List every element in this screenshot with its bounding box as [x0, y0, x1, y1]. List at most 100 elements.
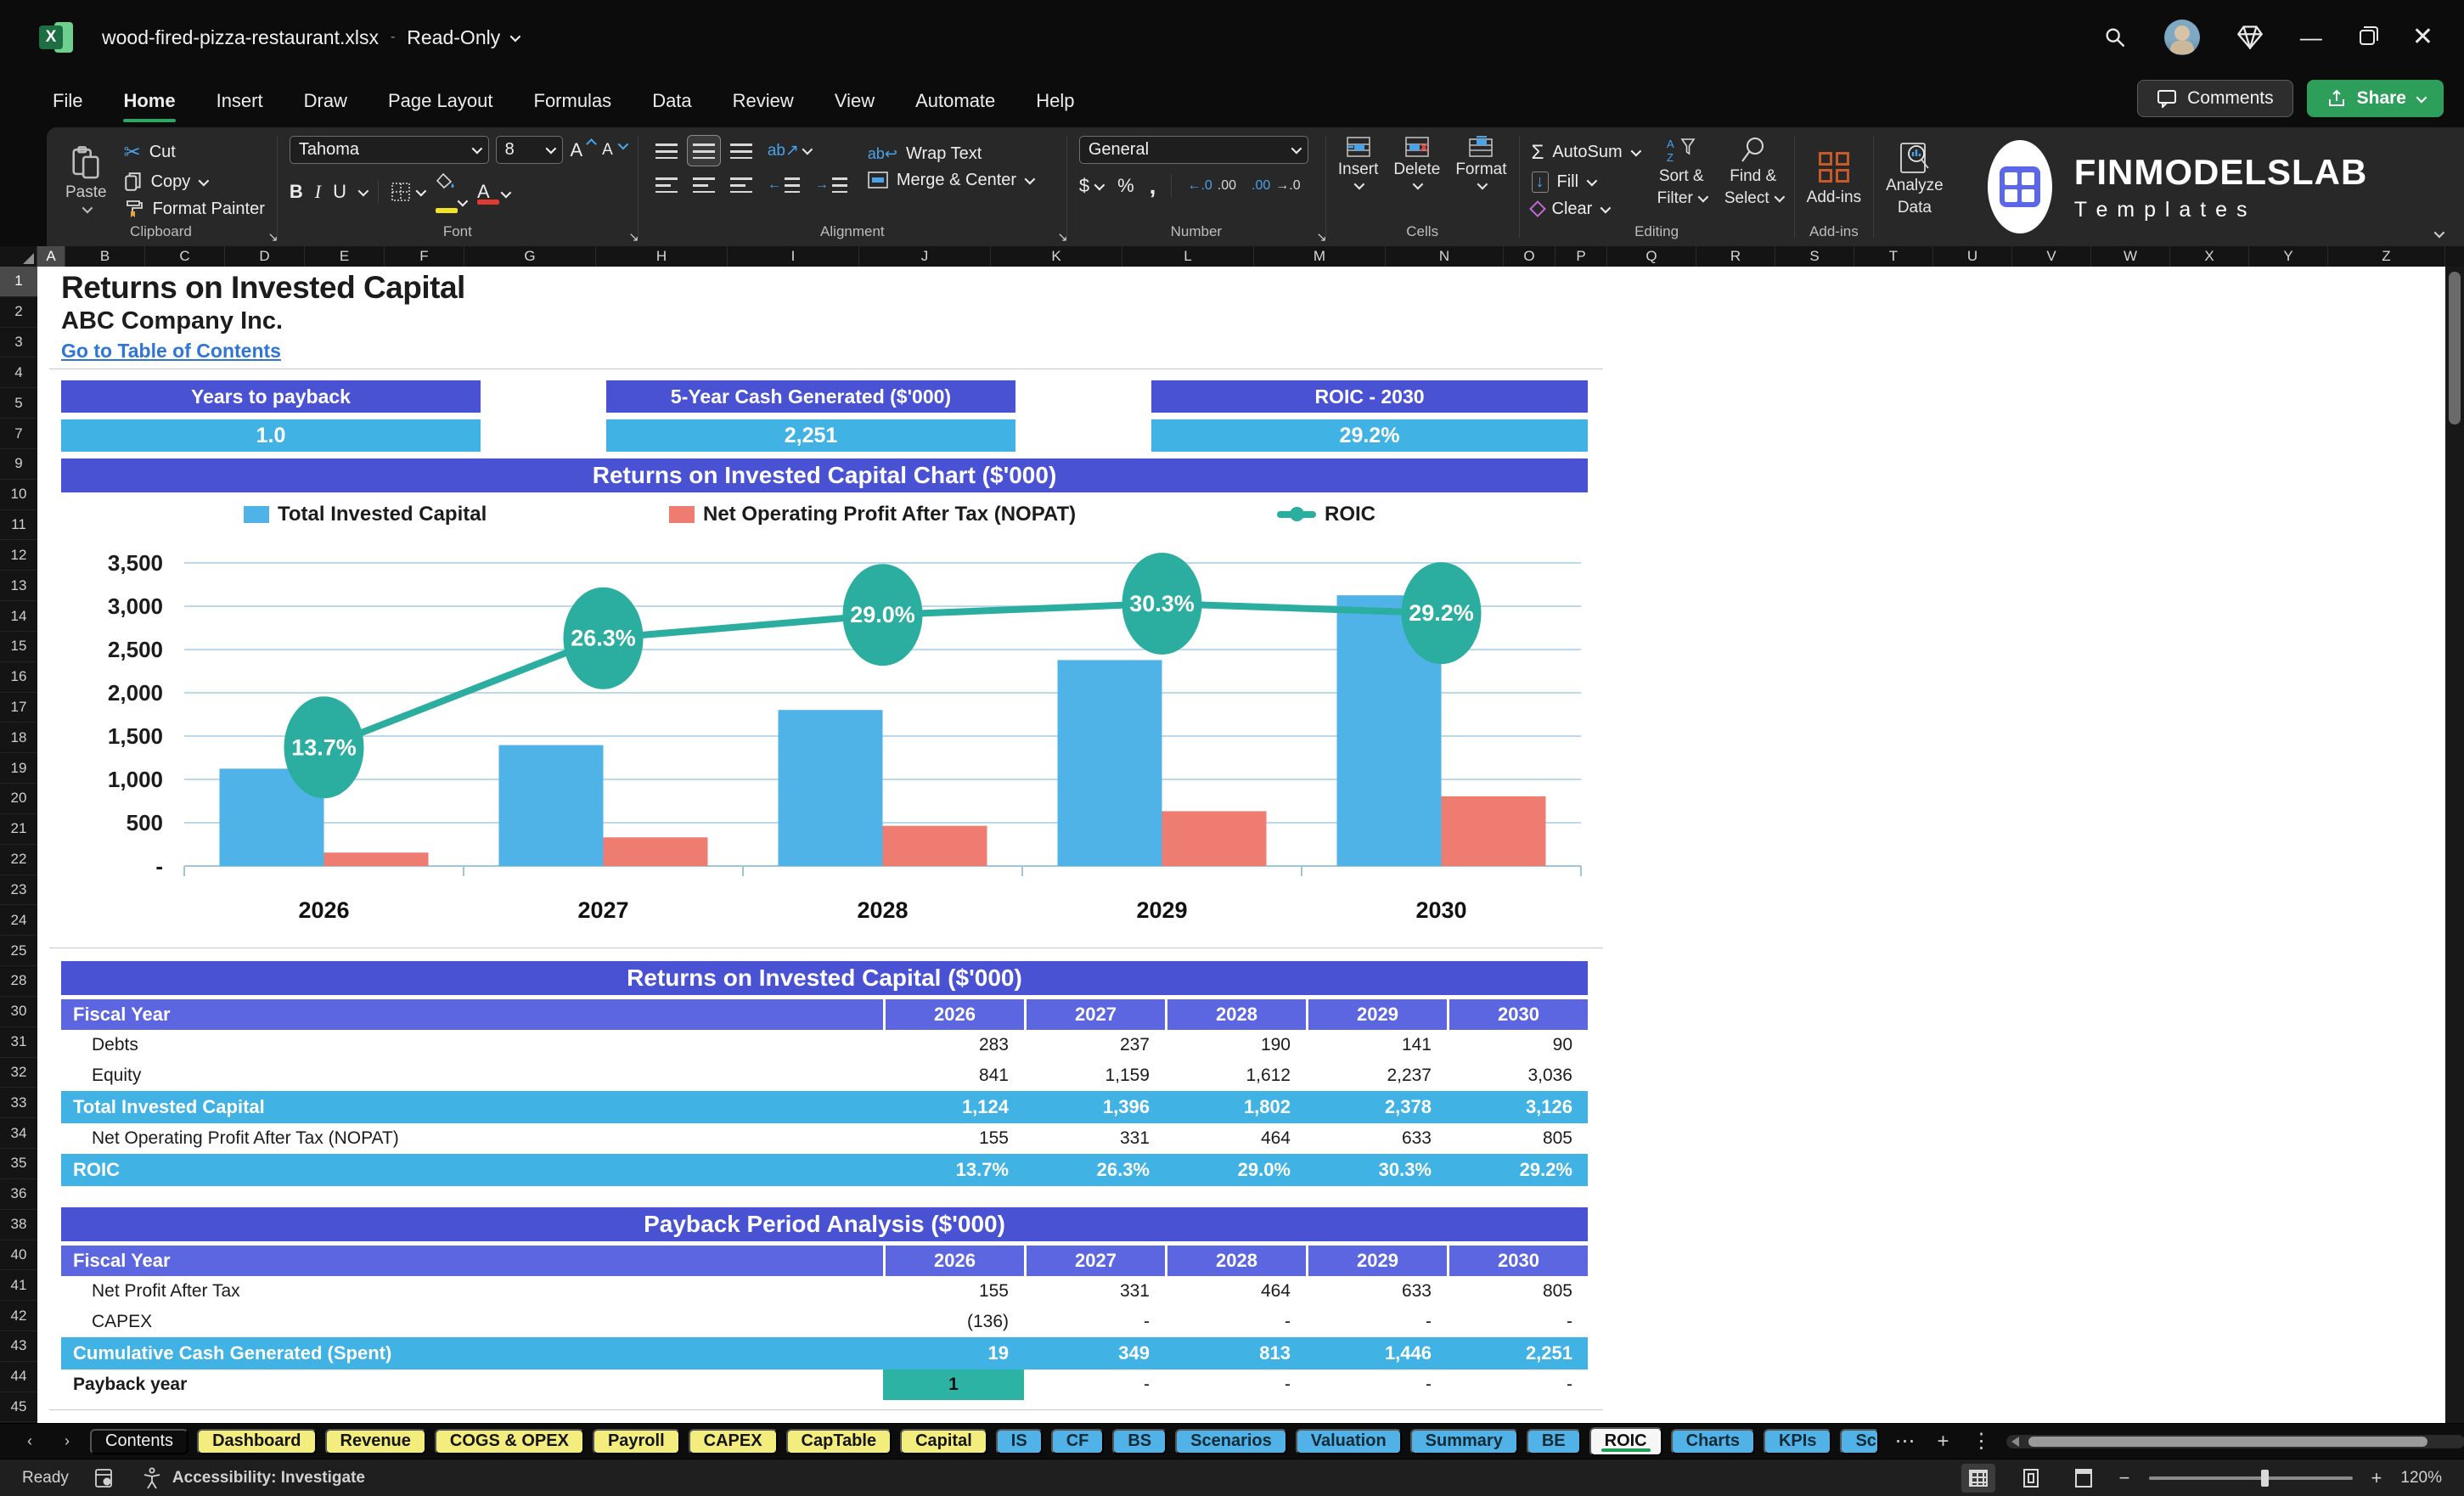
cell[interactable]: 331	[1024, 1276, 1165, 1307]
column-header-B[interactable]: B	[65, 246, 145, 267]
decrease-decimal-button[interactable]: .00 →.0	[1252, 178, 1301, 194]
sort-filter-button[interactable]: AZ Sort & Filter	[1657, 136, 1709, 223]
column-header-Y[interactable]: Y	[2249, 246, 2328, 267]
alignment-dialog-launcher[interactable]: ↘	[1057, 229, 1068, 245]
accounting-format-button[interactable]: $	[1079, 175, 1105, 197]
cell[interactable]: 1,446	[1306, 1337, 1447, 1369]
column-header-D[interactable]: D	[225, 246, 305, 267]
ribbon-tab-view[interactable]: View	[816, 82, 893, 121]
zoom-slider-thumb[interactable]	[2260, 1469, 2269, 1487]
year-header-cell[interactable]: 2027	[1024, 1246, 1165, 1276]
ribbon-tab-page-layout[interactable]: Page Layout	[369, 82, 512, 121]
zoom-out-button[interactable]: −	[2119, 1467, 2130, 1489]
page-break-view-button[interactable]	[2067, 1464, 2101, 1493]
sheet-nav-left-arrow[interactable]: ‹	[15, 1432, 44, 1450]
cell[interactable]: 141	[1306, 1030, 1447, 1060]
merge-center-button[interactable]: Merge & Center	[868, 171, 1036, 190]
row-header-43[interactable]: 43	[0, 1331, 37, 1362]
cell[interactable]: 464	[1165, 1123, 1306, 1154]
new-sheet-button[interactable]: +	[1930, 1430, 1955, 1454]
user-avatar[interactable]	[2163, 20, 2200, 55]
cell[interactable]: -	[1306, 1307, 1447, 1337]
row-header-45[interactable]: 45	[0, 1392, 37, 1423]
ribbon-tab-file[interactable]: File	[34, 82, 101, 121]
orientation-button[interactable]: ab↗	[762, 136, 815, 166]
year-header-cell[interactable]: 2029	[1306, 1246, 1447, 1276]
row-header-32[interactable]: 32	[0, 1058, 37, 1088]
cell[interactable]: 29.0%	[1165, 1154, 1306, 1186]
year-header-cell[interactable]: 2027	[1024, 999, 1165, 1030]
borders-button[interactable]	[391, 182, 427, 202]
more-sheets-icon[interactable]: ⋯	[1887, 1429, 1921, 1454]
collapse-ribbon-chevron[interactable]	[2433, 227, 2445, 239]
decrease-indent-button[interactable]: ←	[762, 172, 805, 198]
cell[interactable]: 30.3%	[1306, 1154, 1447, 1186]
restore-button[interactable]	[2359, 26, 2378, 45]
cell[interactable]: 2,237	[1306, 1060, 1447, 1091]
row-header-22[interactable]: 22	[0, 845, 37, 875]
row-header-19[interactable]: 19	[0, 753, 37, 785]
cell[interactable]: 805	[1447, 1276, 1588, 1307]
sheet-canvas[interactable]: Returns on Invested Capital ABC Company …	[37, 267, 2445, 1423]
find-select-button[interactable]: Find & Select	[1724, 136, 1785, 223]
sheet-tab-kpis[interactable]: KPIs	[1763, 1428, 1832, 1454]
clear-button[interactable]: Clear	[1528, 200, 1639, 219]
row-header-4[interactable]: 4	[0, 357, 37, 389]
cell[interactable]: 190	[1165, 1030, 1306, 1060]
comma-style-button[interactable]: ,	[1150, 172, 1156, 200]
sheet-tab-cogs-opex[interactable]: COGS & OPEX	[434, 1428, 584, 1454]
sheet-tab-scenarios[interactable]: Scenarios	[1175, 1428, 1287, 1454]
font-color-button[interactable]: A	[476, 181, 511, 205]
column-header-V[interactable]: V	[2012, 246, 2091, 267]
cell[interactable]: 26.3%	[1024, 1154, 1165, 1186]
increase-decimal-button[interactable]: ←.0.00	[1187, 178, 1236, 194]
row-header-30[interactable]: 30	[0, 997, 37, 1027]
fiscal-year-label[interactable]: Fiscal Year	[61, 1246, 883, 1276]
row-header-11[interactable]: 11	[0, 510, 37, 541]
comments-button[interactable]: Comments	[2137, 80, 2293, 117]
row-header-13[interactable]: 13	[0, 571, 37, 602]
ribbon-tab-automate[interactable]: Automate	[897, 82, 1014, 121]
cell[interactable]: 237	[1024, 1030, 1165, 1060]
sheet-tab-capital[interactable]: Capital	[900, 1428, 987, 1454]
zoom-level[interactable]: 120%	[2400, 1469, 2442, 1488]
cell[interactable]: 2,251	[1447, 1337, 1588, 1369]
fiscal-year-label[interactable]: Fiscal Year	[61, 999, 883, 1030]
column-header-Q[interactable]: Q	[1607, 246, 1696, 267]
bold-button[interactable]: B	[290, 181, 303, 203]
row-label[interactable]: Net Operating Profit After Tax (NOPAT)	[61, 1123, 883, 1154]
sheet-tab-be[interactable]: BE	[1526, 1428, 1581, 1454]
underline-button[interactable]: U	[333, 181, 346, 203]
ribbon-tab-draw[interactable]: Draw	[285, 82, 366, 121]
font-size-combo[interactable]: 8	[495, 136, 564, 164]
row-header-7[interactable]: 7	[0, 419, 37, 449]
row-label[interactable]: ROIC	[61, 1154, 883, 1186]
cell[interactable]: (136)	[883, 1307, 1024, 1337]
autosum-button[interactable]: Σ AutoSum	[1532, 141, 1641, 165]
row-label[interactable]: Net Profit After Tax	[61, 1276, 883, 1307]
year-header-cell[interactable]: 2026	[883, 999, 1024, 1030]
column-header-F[interactable]: F	[385, 246, 464, 267]
column-header-T[interactable]: T	[1854, 246, 1933, 267]
sheet-tab-is[interactable]: IS	[995, 1428, 1043, 1454]
cell[interactable]: 1,612	[1165, 1060, 1306, 1091]
cell[interactable]: 349	[1024, 1337, 1165, 1369]
number-dialog-launcher[interactable]: ↘	[1316, 229, 1327, 245]
column-header-R[interactable]: R	[1696, 246, 1775, 267]
grow-font-button[interactable]: A	[570, 138, 598, 161]
row-header-5[interactable]: 5	[0, 388, 37, 419]
addins-button[interactable]: Add-ins	[1807, 151, 1861, 208]
vertical-scrollbar[interactable]	[2445, 267, 2464, 1423]
column-header-P[interactable]: P	[1555, 246, 1607, 267]
row-header-35[interactable]: 35	[0, 1149, 37, 1179]
sheet-tab-capex[interactable]: CAPEX	[688, 1428, 778, 1454]
row-header-36[interactable]: 36	[0, 1179, 37, 1210]
accessibility-status[interactable]: Accessibility: Investigate	[142, 1467, 365, 1489]
zoom-in-button[interactable]: +	[2371, 1467, 2382, 1489]
row-header-14[interactable]: 14	[0, 601, 37, 632]
ribbon-tab-review[interactable]: Review	[714, 82, 813, 121]
vertical-scroll-thumb[interactable]	[2449, 272, 2461, 425]
column-header-X[interactable]: X	[2170, 246, 2249, 267]
horizontal-scroll-thumb[interactable]	[2028, 1436, 2428, 1447]
shrink-font-button[interactable]: A	[602, 138, 629, 160]
